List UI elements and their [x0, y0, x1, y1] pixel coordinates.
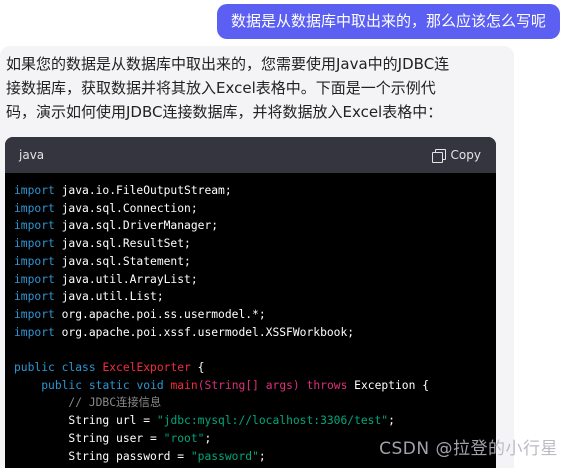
code-line: import java.io.FileOutputStream;	[14, 182, 496, 200]
code-token: org.apache.poi.xssf.usermodel.XSSFWorkbo…	[54, 325, 355, 339]
code-token: java.sql.DriverManager;	[54, 219, 219, 233]
code-token: {	[190, 361, 205, 375]
code-line: import java.sql.Statement;	[14, 253, 496, 271]
answer-line: 码，演示如何使用JDBC连接数据库，并将数据放入Excel表格中：	[6, 103, 443, 121]
code-line: import java.sql.ResultSet;	[14, 235, 496, 253]
code-token: // JDBC连接信息	[68, 396, 162, 410]
watermark: CSDN @拉登的小行星	[379, 439, 558, 459]
code-token: static	[88, 378, 130, 392]
code-token: throws	[306, 378, 348, 392]
code-token: ;	[204, 431, 212, 445]
code-token: (String[] args)	[197, 378, 300, 392]
code-token: ;	[388, 414, 395, 428]
code-token: class	[61, 361, 96, 375]
code-token: "jdbc:mysql://localhost:3306/test"	[156, 414, 389, 428]
code-token: import	[14, 237, 55, 251]
user-message-text: 数据是从数据库中取出来的，那么应该怎么写呢	[230, 12, 546, 30]
code-token: user	[116, 431, 144, 445]
code-token: java.io.FileOutputStream;	[54, 184, 232, 197]
code-token: =	[170, 449, 191, 463]
code-line: import org.apache.poi.ss.usermodel.*;	[14, 306, 496, 324]
code-block: java Copy import java.io.FileOutputStrea…	[5, 137, 496, 468]
answer-line: 如果您的数据是从数据库中取出来的，您需要使用Java中的JDBC连	[6, 55, 450, 73]
code-token: import	[14, 184, 55, 197]
code-token: password	[116, 449, 171, 463]
code-token: "password"	[190, 449, 259, 463]
code-line: public static void main(String[] args) t…	[14, 377, 496, 395]
code-token: import	[14, 325, 55, 339]
code-block-header: java Copy	[5, 137, 496, 173]
code-line: import org.apache.poi.xssf.usermodel.XSS…	[14, 324, 496, 342]
copy-label: Copy	[450, 148, 481, 162]
code-token: org.apache.poi.ss.usermodel.*;	[54, 307, 266, 321]
code-token: String	[14, 414, 117, 428]
code-content[interactable]: import java.io.FileOutputStream; import j…	[5, 173, 496, 465]
code-token: import	[14, 272, 55, 286]
code-token: java.util.List;	[54, 290, 164, 304]
code-token: Exception {	[347, 378, 429, 392]
code-token: ;	[258, 449, 266, 463]
assistant-answer-text: 如果您的数据是从数据库中取出来的，您需要使用Java中的JDBC连 接数据库，获…	[6, 52, 496, 124]
code-token: String	[14, 431, 117, 445]
code-line: import java.util.ArrayList;	[14, 271, 496, 289]
code-token: =	[143, 431, 164, 445]
code-line: public class ExcelExporter {	[14, 359, 496, 377]
code-token: =	[136, 414, 157, 428]
code-token: String	[14, 449, 117, 463]
code-language-label: java	[19, 148, 45, 162]
code-line: import java.sql.Connection;	[14, 200, 496, 218]
code-token: ExcelExporter	[102, 361, 191, 375]
code-token: java.sql.Statement;	[54, 254, 191, 268]
code-token: void	[136, 378, 164, 392]
code-line: import java.sql.DriverManager;	[14, 217, 496, 235]
code-line: import java.util.List;	[14, 288, 496, 306]
code-token: main	[170, 378, 198, 392]
code-token: "root"	[163, 431, 205, 445]
code-token: java.sql.ResultSet;	[54, 237, 191, 251]
code-token: import	[14, 201, 55, 215]
code-token: public	[41, 378, 83, 392]
code-token: java.util.ArrayList;	[54, 272, 198, 286]
code-token: import	[14, 307, 55, 321]
answer-line: 接数据库，获取数据并将其放入Excel表格中。下面是一个示例代	[6, 79, 436, 97]
user-message-bubble: 数据是从数据库中取出来的，那么应该怎么写呢	[216, 4, 560, 39]
code-token: import	[14, 254, 55, 268]
code-token: import	[14, 290, 55, 304]
code-token: public	[14, 361, 55, 375]
code-token: import	[14, 219, 55, 233]
copy-code-button[interactable]: Copy	[431, 148, 481, 163]
code-line: // JDBC连接信息	[14, 394, 496, 412]
code-token: java.sql.Connection;	[54, 201, 198, 215]
copy-icon	[431, 148, 446, 163]
code-token: url	[116, 414, 137, 428]
code-line: String url = "jdbc:mysql://localhost:330…	[14, 412, 496, 430]
